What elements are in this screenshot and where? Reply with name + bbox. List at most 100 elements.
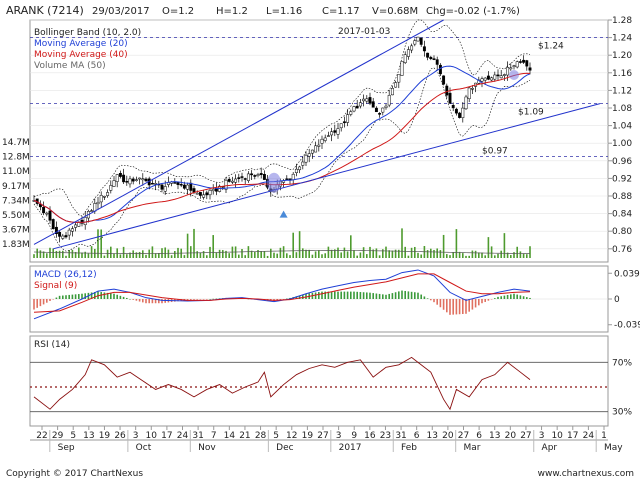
volume-bar xyxy=(420,254,422,258)
macd-histogram-bar xyxy=(55,297,58,299)
candle-body xyxy=(61,235,65,239)
price-tick-label: 1.28 xyxy=(612,16,632,26)
candle-body xyxy=(352,106,356,112)
macd-tick-label: 0 xyxy=(614,295,620,305)
x-tick-label: 31 xyxy=(395,431,406,441)
volume-tick-label: 7.34M xyxy=(2,196,30,206)
volume-bar xyxy=(446,254,448,258)
candle-body xyxy=(394,82,398,88)
macd-histogram-bar xyxy=(343,291,346,299)
candle-body xyxy=(138,177,142,180)
volume-bar xyxy=(350,235,352,258)
x-tick-label: 5 xyxy=(273,431,279,441)
candle-body xyxy=(397,74,401,83)
candle-body xyxy=(118,173,122,177)
macd-histogram-bar xyxy=(135,299,138,301)
x-tick-label: 21 xyxy=(239,431,250,441)
candle-body xyxy=(333,130,337,133)
candle-body xyxy=(198,192,202,196)
macd-histogram-bar xyxy=(113,293,115,299)
macd-histogram-bar xyxy=(433,299,435,303)
volume-bar xyxy=(510,255,512,258)
macd-histogram-bar xyxy=(138,299,141,302)
macd-histogram-bar xyxy=(446,299,448,313)
volume-bar xyxy=(222,250,224,258)
macd-histogram-bar xyxy=(49,299,51,301)
candle-body xyxy=(99,195,103,203)
volume-bar xyxy=(39,250,42,258)
volume-bar xyxy=(273,252,275,258)
macd-histogram-bar xyxy=(202,299,205,300)
candle-body xyxy=(448,92,452,104)
candle-body xyxy=(480,78,484,82)
x-tick-label: 29 xyxy=(52,431,64,441)
candle-body xyxy=(410,45,414,51)
macd-histogram-bar xyxy=(206,299,208,300)
macd-histogram-bar xyxy=(74,294,77,299)
level-label: $1.09 xyxy=(518,108,544,118)
candle-body xyxy=(128,178,132,185)
macd-histogram-bar xyxy=(36,299,38,308)
candle-body xyxy=(182,184,186,189)
volume-bar xyxy=(302,248,304,258)
macd-histogram-bar xyxy=(449,299,451,315)
x-tick-label: 17 xyxy=(161,431,172,441)
candle-body xyxy=(144,178,148,182)
rsi-tick-label: 70% xyxy=(612,358,632,368)
volume-bar xyxy=(254,252,256,258)
macd-histogram-bar xyxy=(474,299,477,308)
candle-body xyxy=(458,112,462,118)
macd-histogram-bar xyxy=(330,291,333,299)
x-tick-label: 27 xyxy=(317,431,328,441)
volume-tick-label: 14.7M xyxy=(2,138,30,148)
macd-histogram-bar xyxy=(458,299,461,315)
volume-bar xyxy=(158,253,160,258)
candle-body xyxy=(243,178,247,180)
candle-body xyxy=(234,178,238,183)
candle-body xyxy=(454,108,458,114)
volume-bar xyxy=(132,250,134,258)
macd-histogram-bar xyxy=(359,292,362,299)
candle-body xyxy=(176,182,180,185)
highlight-oval xyxy=(267,172,281,193)
macd-histogram-bar xyxy=(321,291,323,299)
candle-body xyxy=(464,96,468,110)
macd-histogram-bar xyxy=(126,297,128,299)
macd-histogram-bar xyxy=(151,299,154,304)
candle-body xyxy=(112,180,116,187)
macd-histogram-bar xyxy=(46,299,48,303)
candle-body xyxy=(490,77,494,81)
candle-body xyxy=(403,54,407,63)
volume-bar xyxy=(58,250,61,258)
volume-bar xyxy=(100,229,102,258)
volume-tick-label: 11.0M xyxy=(2,167,30,177)
macd-histogram-bar xyxy=(161,299,163,304)
volume-bar xyxy=(215,252,218,258)
candle-body xyxy=(64,235,68,238)
volume-bar xyxy=(311,254,314,258)
macd-histogram-bar xyxy=(318,292,320,299)
volume-bar xyxy=(87,253,90,258)
volume-bar xyxy=(452,252,454,258)
candle-body xyxy=(301,161,305,166)
candle-body xyxy=(384,105,388,108)
macd-histogram-bar xyxy=(510,294,512,299)
candle-body xyxy=(205,192,209,196)
rsi-title: RSI (14) xyxy=(34,340,70,350)
month-label: May xyxy=(604,443,623,453)
volume-bar xyxy=(151,246,154,258)
volume-bar xyxy=(106,249,109,258)
x-tick-label: 24 xyxy=(583,431,595,441)
x-tick-label: 23 xyxy=(380,431,391,441)
x-tick-label: 13 xyxy=(83,431,94,441)
macd-histogram-bar xyxy=(305,293,307,299)
volume-bar xyxy=(62,250,64,258)
volume-bar xyxy=(366,254,368,258)
volume-bar xyxy=(260,251,262,258)
macd-histogram-bar xyxy=(39,299,42,307)
volume-bar xyxy=(167,249,170,258)
macd-histogram-bar xyxy=(366,292,368,299)
macd-histogram-bar xyxy=(369,292,371,299)
volume-bar xyxy=(324,253,326,258)
macd-histogram-bar xyxy=(209,299,211,300)
